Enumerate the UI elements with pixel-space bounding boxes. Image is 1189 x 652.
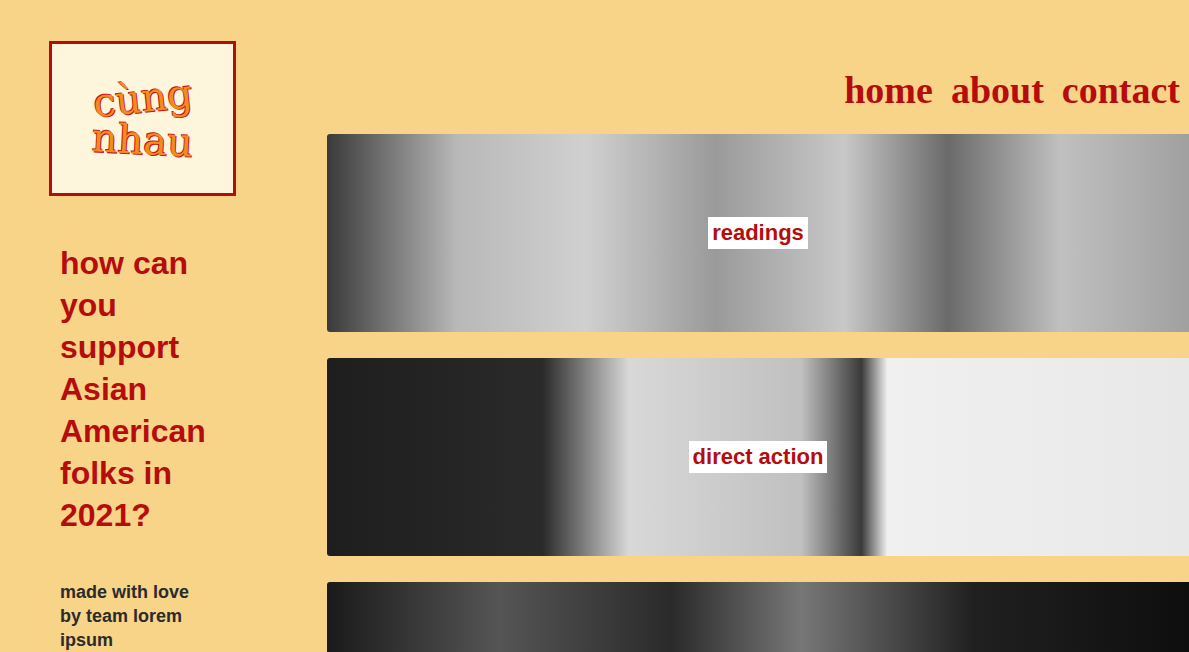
category-card[interactable]: direct action [327, 358, 1189, 556]
nav-link[interactable]: home [844, 70, 933, 110]
logo-text: nhau [91, 116, 194, 163]
credit: made with love by team lorem ipsum [60, 580, 215, 652]
card-label: direct action [689, 441, 828, 473]
sidebar: cùng nhau how can you support Asian Amer… [0, 0, 327, 652]
card-label: readings [708, 217, 808, 249]
logo-text: cùng [91, 71, 194, 123]
nav-link[interactable]: contact [1062, 70, 1180, 110]
nav-link[interactable]: about [951, 70, 1044, 110]
logo[interactable]: cùng nhau [49, 41, 236, 196]
nav: home about contact [327, 0, 1189, 134]
category-card[interactable]: readings [327, 134, 1189, 332]
category-card[interactable] [327, 582, 1189, 652]
headline: how can you support Asian American folks… [60, 242, 230, 536]
